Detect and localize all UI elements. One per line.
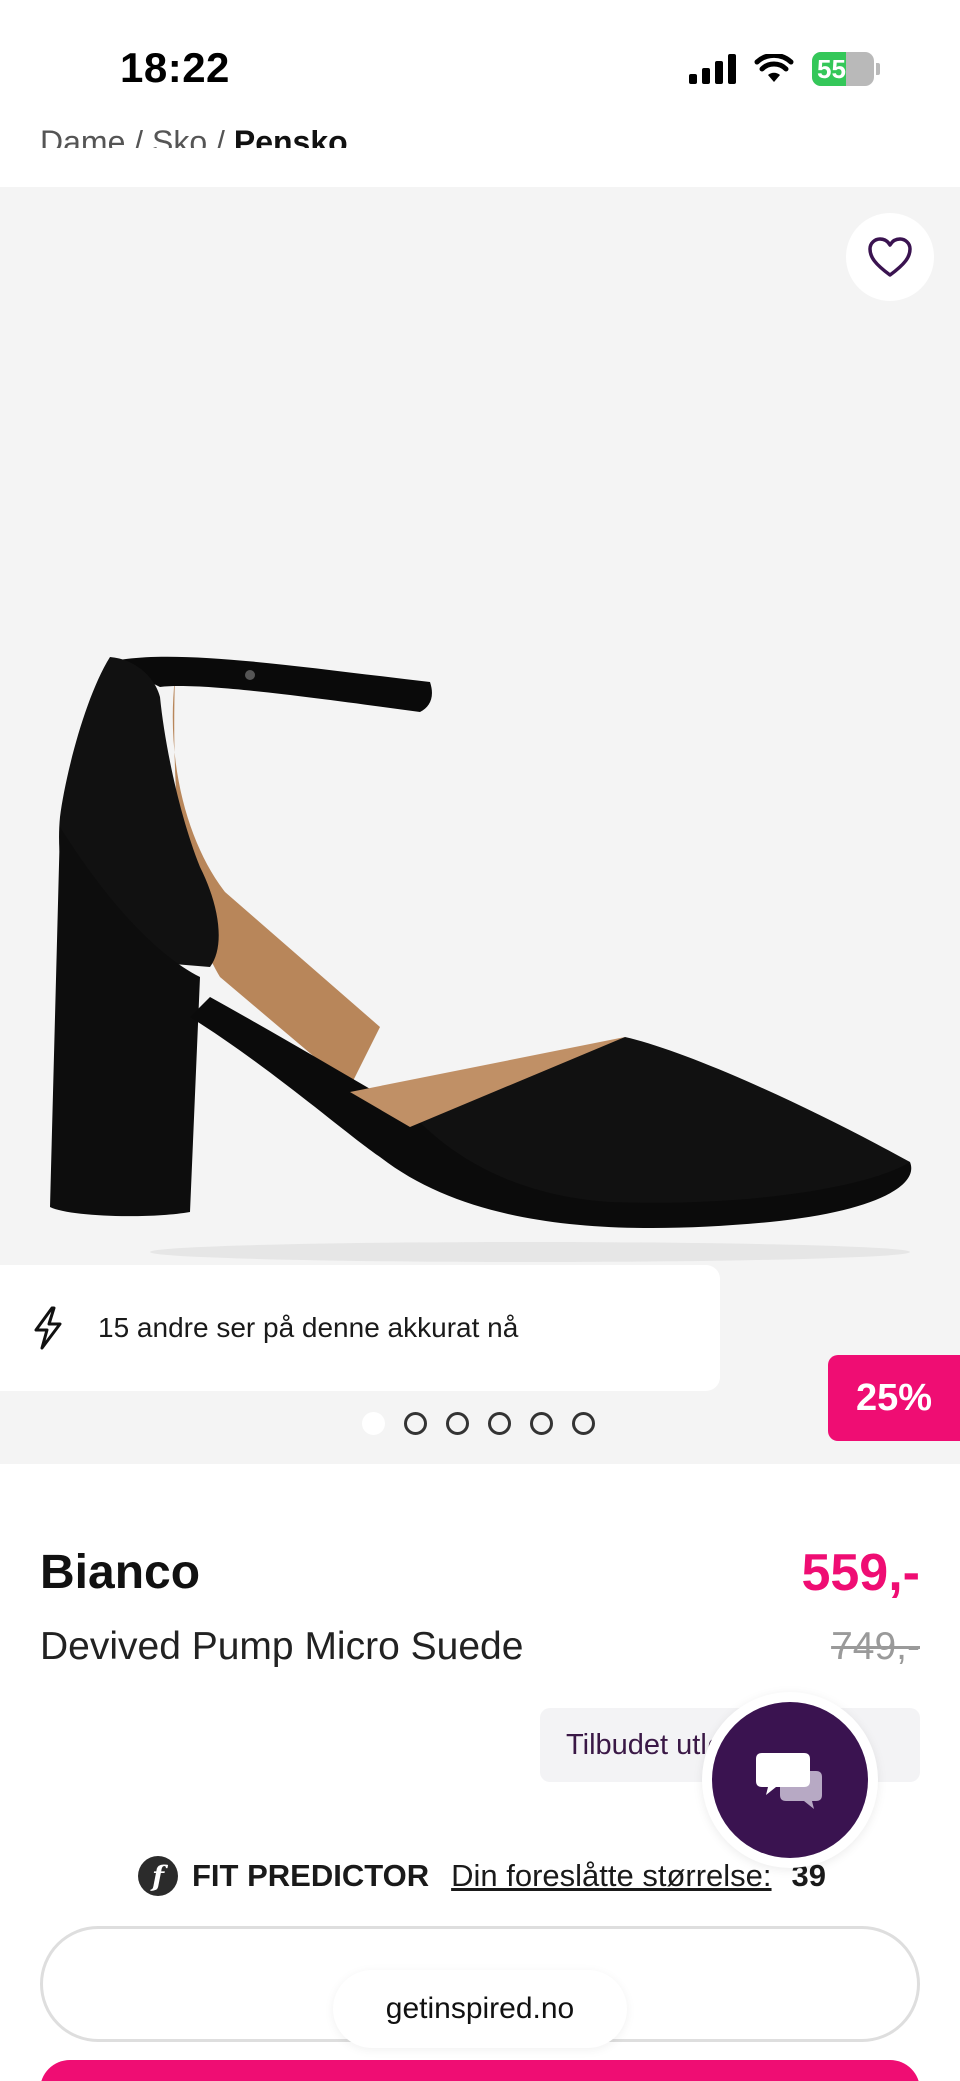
battery-level: 55: [817, 53, 846, 84]
chat-icon: [756, 1753, 822, 1809]
fit-predictor-logo: f: [138, 1856, 178, 1896]
viewer-banner: 15 andre ser på denne akkurat nå: [0, 1265, 720, 1391]
gallery-pagination: [362, 1412, 595, 1435]
gallery-dot[interactable]: [362, 1412, 385, 1435]
fit-predictor[interactable]: f FIT PREDICTOR Din foreslåtte størrelse…: [138, 1856, 826, 1896]
status-bar: 18:22 55: [0, 0, 960, 130]
gallery-dot[interactable]: [530, 1412, 553, 1435]
product-brand[interactable]: Bianco: [40, 1545, 200, 1600]
signal-icon: [689, 54, 736, 84]
fit-predictor-title: FIT PREDICTOR: [192, 1858, 430, 1893]
gallery-dot[interactable]: [572, 1412, 595, 1435]
product-price: 559,-: [801, 1544, 920, 1602]
status-icons: 55: [689, 52, 880, 86]
product-gallery[interactable]: 15 andre ser på denne akkurat nå 25%: [0, 187, 960, 1464]
add-to-cart-button[interactable]: [40, 2060, 920, 2081]
fit-predictor-link[interactable]: Din foreslåtte størrelse:: [451, 1858, 771, 1894]
browser-url-pill[interactable]: getinspired.no: [333, 1970, 627, 2048]
gallery-dot[interactable]: [404, 1412, 427, 1435]
bolt-icon: [34, 1306, 62, 1350]
product-old-price: 749,-: [831, 1625, 920, 1668]
favorite-button[interactable]: [846, 213, 934, 301]
chat-button[interactable]: [702, 1692, 878, 1868]
gallery-dot[interactable]: [446, 1412, 469, 1435]
discount-badge: 25%: [828, 1355, 960, 1441]
status-time: 18:22: [120, 44, 230, 91]
wifi-icon: [754, 54, 794, 82]
gallery-dot[interactable]: [488, 1412, 511, 1435]
heart-icon: [868, 237, 912, 277]
viewer-count-text: 15 andre ser på denne akkurat nå: [98, 1312, 519, 1343]
battery-icon: 55: [812, 52, 880, 86]
product-image-shoe: [50, 656, 912, 1262]
product-name: Devived Pump Micro Suede: [40, 1625, 524, 1668]
